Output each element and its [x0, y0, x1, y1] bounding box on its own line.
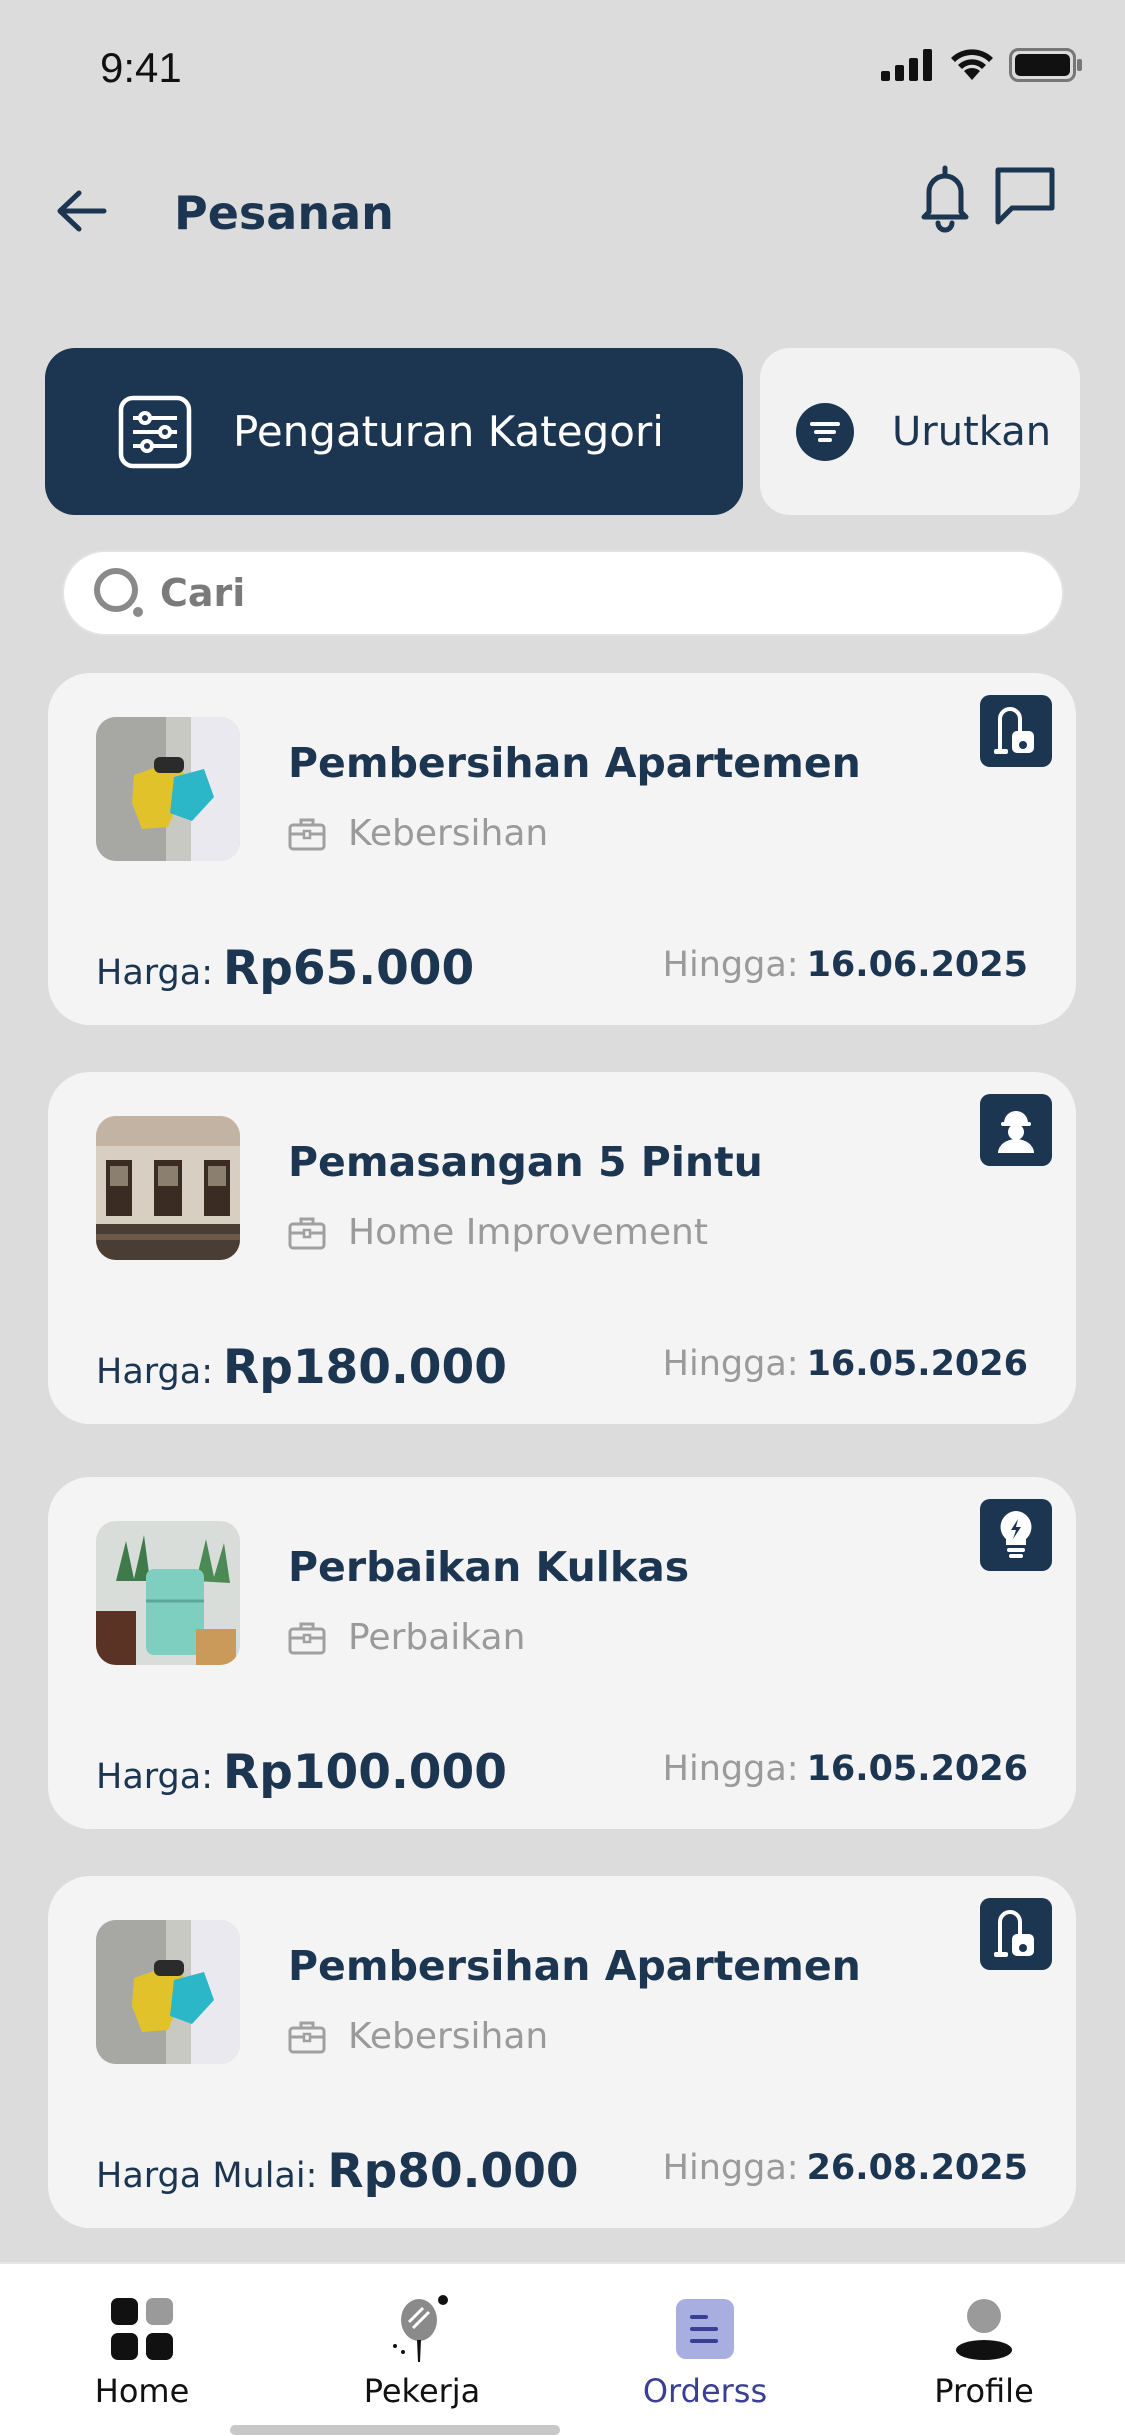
battery-icon	[1009, 48, 1082, 82]
deadline-value: 16.05.2026	[806, 1344, 1028, 1384]
status-bar: 9:41	[0, 0, 1125, 140]
order-deadline: Hingga: 26.08.2025	[663, 2148, 1028, 2188]
deadline-value: 16.05.2026	[806, 1749, 1028, 1789]
nav-label: Home	[94, 2372, 190, 2410]
order-category: Home Improvement	[288, 1212, 708, 1253]
search-bar	[62, 550, 1064, 636]
order-thumbnail	[96, 1521, 240, 1665]
order-category: Kebersihan	[288, 2016, 548, 2057]
status-time: 9:41	[100, 44, 182, 91]
order-title: Pembersihan Apartemen	[288, 1942, 861, 1990]
order-thumbnail	[96, 717, 240, 861]
vacuum-icon	[980, 1898, 1052, 1970]
grid-icon	[107, 2294, 177, 2364]
deadline-label: Hingga:	[662, 1344, 799, 1384]
briefcase-icon	[288, 2021, 326, 2053]
page-title: Pesanan	[174, 186, 394, 240]
deadline-value: 16.06.2025	[806, 945, 1028, 985]
order-thumbnail	[96, 1920, 240, 2064]
price-value: Rp80.000	[327, 2144, 579, 2199]
sliders-icon	[118, 395, 192, 468]
cellular-signal-icon	[881, 49, 932, 81]
filter-icon	[796, 402, 854, 461]
back-button[interactable]	[50, 180, 112, 242]
order-thumbnail	[96, 1116, 240, 1260]
order-category-label: Kebersihan	[348, 2016, 549, 2057]
nav-item-profile[interactable]: Profile	[844, 2264, 1124, 2436]
price-value: Rp180.000	[223, 1340, 507, 1395]
order-card[interactable]: Pembersihan Apartemen Kebersihan Harga: …	[48, 673, 1076, 1025]
order-price: Harga: Rp65.000	[96, 941, 474, 996]
orders-icon	[670, 2294, 740, 2364]
deadline-label: Hingga:	[662, 945, 799, 985]
nav-label: Pekerja	[363, 2372, 481, 2410]
arrow-left-icon	[57, 190, 107, 232]
order-price: Harga: Rp180.000	[96, 1340, 507, 1395]
nav-item-home[interactable]: Home	[2, 2264, 282, 2436]
wifi-icon	[951, 49, 993, 80]
vacuum-icon	[980, 695, 1052, 767]
order-card[interactable]: Pemasangan 5 Pintu Home Improvement Harg…	[48, 1072, 1076, 1424]
deadline-value: 26.08.2025	[806, 2148, 1028, 2188]
order-title: Pembersihan Apartemen	[288, 739, 861, 787]
briefcase-icon	[288, 818, 326, 850]
chat-button[interactable]	[990, 160, 1060, 235]
status-icons	[881, 48, 1083, 82]
price-value: Rp100.000	[223, 1745, 507, 1800]
nav-label: Profile	[934, 2372, 1034, 2410]
price-label: Harga:	[96, 1757, 213, 1797]
user-icon	[949, 2294, 1019, 2364]
nav-item-orders[interactable]: Orderss	[565, 2264, 845, 2436]
search-icon	[94, 568, 143, 617]
sort-label: Urutkan	[892, 408, 1052, 455]
price-label: Harga Mulai:	[96, 2156, 318, 2196]
order-price: Harga: Rp100.000	[96, 1745, 507, 1800]
sort-button[interactable]: Urutkan	[760, 348, 1080, 515]
order-price: Harga Mulai: Rp80.000	[96, 2144, 579, 2199]
order-deadline: Hingga: 16.05.2026	[663, 1344, 1028, 1384]
order-category: Perbaikan	[288, 1617, 525, 1658]
order-category-label: Perbaikan	[348, 1617, 526, 1658]
nav-item-pekerja[interactable]: Pekerja	[282, 2264, 562, 2436]
worker-icon	[980, 1094, 1052, 1166]
order-title: Perbaikan Kulkas	[288, 1543, 690, 1591]
order-deadline: Hingga: 16.05.2026	[663, 1749, 1028, 1789]
category-settings-label: Pengaturan Kategori	[233, 407, 664, 456]
price-label: Harga:	[96, 1352, 213, 1392]
price-value: Rp65.000	[223, 941, 475, 996]
nav-label: Orderss	[642, 2372, 768, 2410]
order-category: Kebersihan	[288, 813, 548, 854]
bottom-nav: Home Pekerja Orderss Profile	[0, 2262, 1125, 2436]
chat-icon	[995, 167, 1055, 225]
bell-icon	[921, 165, 969, 233]
briefcase-icon	[288, 1622, 326, 1654]
category-settings-button[interactable]: Pengaturan Kategori	[45, 348, 743, 515]
order-deadline: Hingga: 16.06.2025	[663, 945, 1028, 985]
order-category-label: Home Improvement	[348, 1212, 708, 1253]
worker-tool-icon	[387, 2294, 457, 2364]
notification-button[interactable]	[915, 160, 975, 235]
briefcase-icon	[288, 1217, 326, 1249]
order-category-label: Kebersihan	[348, 813, 549, 854]
search-input[interactable]	[160, 571, 1020, 615]
deadline-label: Hingga:	[662, 2148, 799, 2188]
app-header: Pesanan	[0, 150, 1125, 270]
order-title: Pemasangan 5 Pintu	[288, 1138, 763, 1186]
deadline-label: Hingga:	[662, 1749, 799, 1789]
price-label: Harga:	[96, 953, 213, 993]
order-card[interactable]: Pembersihan Apartemen Kebersihan Harga M…	[48, 1876, 1076, 2228]
home-indicator	[230, 2425, 560, 2435]
order-card[interactable]: Perbaikan Kulkas Perbaikan Harga: Rp100.…	[48, 1477, 1076, 1829]
bulb-icon	[980, 1499, 1052, 1571]
